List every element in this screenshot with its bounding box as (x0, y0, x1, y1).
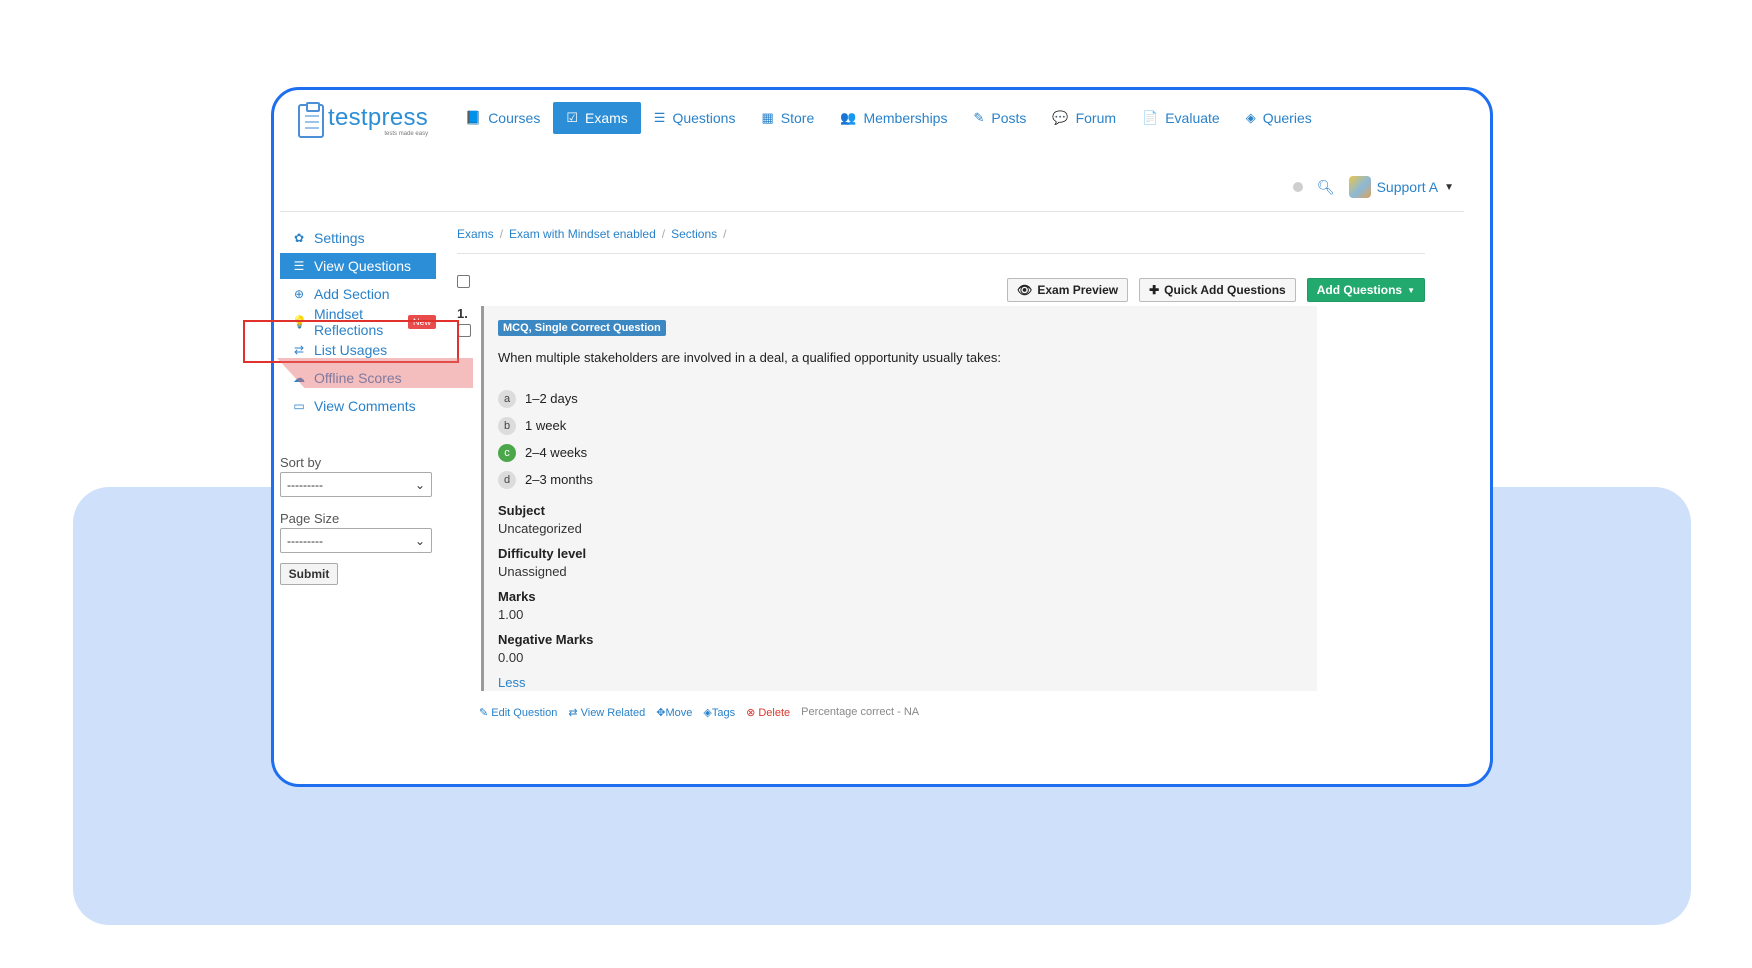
negative-marks-label: Negative Marks (498, 632, 594, 647)
logo-tagline: tests made easy (384, 130, 429, 137)
book-icon: 📘 (465, 110, 482, 125)
user-menu[interactable]: Support A (1348, 176, 1439, 198)
question-actions: ✎ Edit Question ⇄ View Related ✥Move ◈Ta… (479, 706, 919, 719)
search-icon[interactable]: 🔍︎ (1317, 179, 1335, 196)
file-icon: 📄 (1142, 110, 1159, 125)
tags-link[interactable]: ◈Tags (703, 706, 735, 719)
caret-down-icon: ▼ (1407, 285, 1415, 295)
nav-posts[interactable]: ✎ Posts (960, 102, 1039, 134)
breadcrumb-divider (457, 253, 1425, 254)
chevron-down-icon: ⌄ (414, 477, 425, 492)
list-icon: ☰ (293, 259, 305, 273)
difficulty-label: Difficulty level (498, 546, 587, 561)
marks-value: 1.00 (498, 607, 524, 622)
page-size-select[interactable]: --------- ⌄ (280, 528, 432, 553)
caret-down-icon[interactable]: ▼ (1444, 182, 1454, 193)
top-nav: 📘 Courses ☑ Exams ☰ Questions ▦ Store 👥 Membe… (452, 102, 1325, 134)
sidebar-item-view-questions[interactable]: ☰ View Questions (280, 253, 436, 279)
question-number: 1. (457, 306, 468, 321)
highlight-tail (277, 358, 473, 388)
view-related-link[interactable]: ⇄ View Related (568, 706, 645, 719)
chat-icon: 💬 (1052, 110, 1069, 125)
chevron-down-icon: ⌄ (414, 533, 425, 548)
sidebar-item-add-section[interactable]: ⊕ Add Section (280, 281, 436, 307)
tag-icon: ◈ (703, 707, 712, 719)
edit-icon: ✎ (973, 110, 985, 125)
plus-icon: ✚ (1149, 283, 1160, 297)
page-size-label: Page Size (280, 511, 340, 526)
exam-preview-button[interactable]: 👁 Exam Preview (1007, 278, 1129, 302)
gear-icon: ✿ (293, 231, 305, 245)
option-d: d 2–3 months (498, 466, 1303, 493)
submit-button[interactable]: Submit (280, 563, 338, 585)
edit-icon: ✎ (479, 707, 489, 719)
arrows-icon: ⇄ (568, 707, 578, 719)
option-c: c 2–4 weeks (498, 439, 1303, 466)
marks-label: Marks (498, 589, 536, 604)
users-icon: 👥 (840, 110, 857, 125)
options-list: a 1–2 days b1 week c 2–4 weeks d 2–3 months (498, 385, 1303, 493)
eye-icon: 👁 (1017, 283, 1033, 297)
move-link[interactable]: ✥Move (656, 706, 692, 719)
sort-label: Sort by (280, 455, 322, 470)
percentage-correct: Percentage correct - NA (801, 706, 920, 718)
nav-courses[interactable]: 📘 Courses (452, 102, 553, 134)
user-name: Support A (1376, 179, 1439, 195)
status-dot-icon (1292, 182, 1303, 192)
subject-label: Subject (498, 503, 545, 518)
nav-forum[interactable]: 💬 Forum (1039, 102, 1129, 134)
less-link[interactable]: Less (498, 675, 1303, 690)
difficulty-value: Unassigned (498, 564, 567, 579)
nav-exams[interactable]: ☑ Exams (553, 102, 641, 134)
nav-questions[interactable]: ☰ Questions (641, 102, 749, 134)
add-questions-button[interactable]: Add Questions ▼ (1306, 278, 1425, 302)
app-window: testpress tests made easy 📘 Courses ☑ Exam… (271, 87, 1493, 787)
breadcrumb-sections[interactable]: Sections (671, 227, 717, 241)
negative-marks-value: 0.00 (498, 650, 524, 665)
question-text: When multiple stakeholders are involved … (498, 350, 1001, 365)
sidebar: ✿ Settings ☰ View Questions ⊕ Add Section 💡… (280, 225, 436, 585)
header-divider (280, 211, 1464, 212)
tag-icon: ◈ (1245, 110, 1256, 125)
clipboard-icon (298, 102, 324, 138)
question-card: MCQ, Single Correct Question When multip… (481, 306, 1317, 691)
breadcrumb-exams[interactable]: Exams (457, 227, 494, 241)
option-a: a 1–2 days (498, 385, 1303, 412)
nav-queries[interactable]: ◈ Queries (1233, 102, 1325, 134)
logo-title: testpress (328, 103, 429, 131)
nav-store[interactable]: ▦ Store (748, 102, 827, 134)
nav-memberships[interactable]: 👥 Memberships (827, 102, 960, 134)
breadcrumb: Exams / Exam with Mindset enabled / Sectio… (457, 227, 727, 241)
comment-icon: ▭ (293, 399, 305, 413)
delete-icon: ⊗ (746, 707, 756, 719)
sidebar-item-view-comments[interactable]: ▭ View Comments (280, 393, 436, 419)
avatar (1348, 176, 1371, 198)
question-checkbox[interactable] (458, 324, 471, 337)
main-content: Exams / Exam with Mindset enabled / Sectio… (457, 225, 1457, 719)
breadcrumb-exam[interactable]: Exam with Mindset enabled (509, 227, 656, 241)
plus-circle-icon: ⊕ (293, 287, 305, 301)
sidebar-item-settings[interactable]: ✿ Settings (280, 225, 436, 251)
subject-value: Uncategorized (498, 521, 582, 536)
nav-evaluate[interactable]: 📄 Evaluate (1129, 102, 1233, 134)
logo[interactable]: testpress tests made easy (298, 102, 429, 138)
select-all-checkbox[interactable] (457, 275, 470, 288)
quick-add-button[interactable]: ✚ Quick Add Questions (1139, 278, 1296, 302)
list-icon: ☰ (653, 110, 666, 125)
store-icon: ▦ (761, 110, 774, 125)
delete-link[interactable]: ⊗ Delete (746, 706, 790, 719)
edit-question-link[interactable]: ✎ Edit Question (479, 706, 557, 719)
sort-select[interactable]: --------- ⌄ (280, 472, 432, 497)
option-b: b1 week (498, 412, 1303, 439)
question-type-badge: MCQ, Single Correct Question (498, 320, 666, 336)
highlight-box (243, 320, 459, 363)
question-toolbar: 👁 Exam Preview ✚ Quick Add Questions Add Q… (457, 262, 1457, 302)
exam-icon: ☑ (566, 110, 578, 125)
user-bar: 🔍︎ Support A ▼ (1292, 176, 1454, 198)
